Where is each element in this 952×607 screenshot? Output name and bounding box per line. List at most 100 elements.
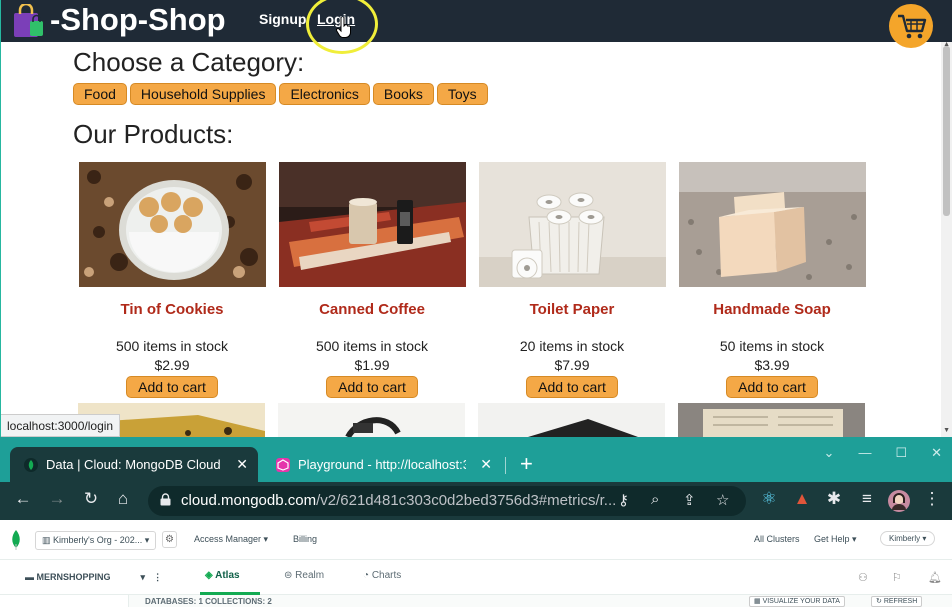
category-button-household-supplies[interactable]: Household Supplies (129, 83, 277, 105)
notification-bell-icon[interactable]: 🔔︎ (928, 571, 942, 584)
tab-search-icon[interactable]: ⌄ (824, 445, 835, 461)
tab-mongodb-cloud[interactable]: Data | Cloud: MongoDB Cloud ✕ (10, 447, 258, 482)
product-image-partial[interactable] (278, 403, 465, 437)
close-tab-icon[interactable]: ✕ (236, 447, 248, 482)
hand-cursor-icon (336, 17, 351, 38)
minimize-icon[interactable]: — (858, 445, 871, 461)
tab-realm[interactable]: ⊜ Realm (284, 570, 324, 581)
address-bar[interactable]: cloud.mongodb.com/v2/621d481c303c0d2bed3… (148, 486, 746, 516)
browser-toolbar: ← → ↻ ⌂ cloud.mongodb.com/v2/621d481c303… (0, 482, 952, 520)
folder-icon: ▬ (25, 572, 37, 582)
scroll-down-arrow-icon[interactable]: ▼ (943, 427, 950, 434)
get-help-menu[interactable]: Get Help ▾ (814, 534, 857, 545)
org-select[interactable]: ▥ Kimberly's Org - 202... ▾ (35, 531, 157, 550)
close-window-icon[interactable]: ✕ (931, 445, 942, 461)
project-name: MERNSHOPPING (36, 572, 111, 582)
product-image-soap[interactable] (678, 162, 866, 287)
product-name[interactable]: Tin of Cookies (78, 301, 266, 318)
mongodb-leaf-icon (24, 458, 38, 472)
scrollbar-thumb[interactable] (943, 46, 950, 216)
add-to-cart-button[interactable]: Add to cart (726, 376, 818, 398)
caret-down-icon: ▾ (144, 535, 150, 545)
shop-header: -Shop-Shop Signup Login (1, 0, 952, 54)
tab-charts[interactable]: ◔ Charts (363, 570, 401, 581)
project-select[interactable]: ▬ MERNSHOPPING ▾ ⋮ (25, 572, 162, 583)
category-button-food[interactable]: Food (73, 83, 127, 105)
add-to-cart-button[interactable]: Add to cart (126, 376, 218, 398)
extensions-puzzle-icon[interactable]: ✱ (822, 489, 846, 509)
category-button-books[interactable]: Books (372, 83, 434, 105)
user-menu[interactable]: Kimberly ▾ (880, 531, 936, 546)
org-name: Kimberly's Org - 202... (53, 535, 143, 545)
add-to-cart-button[interactable]: Add to cart (526, 376, 618, 398)
atlas-icon: ◈ (205, 570, 216, 581)
activity-feed-icon[interactable]: ⚐ (892, 571, 902, 584)
product-name[interactable]: Canned Coffee (278, 301, 466, 318)
refresh-button[interactable]: ↻ REFRESH (871, 596, 923, 607)
tab-label: Playground - http://localhost:30 (298, 457, 466, 472)
maximize-icon[interactable]: ☐ (895, 445, 907, 461)
profile-avatar-icon[interactable] (888, 490, 910, 512)
caret-down-icon: ▾ (852, 534, 857, 544)
caret-down-icon: ▾ (263, 534, 269, 544)
product-stock: 50 items in stock (719, 338, 825, 354)
shop-title[interactable]: -Shop-Shop (50, 2, 226, 38)
tab-playground[interactable]: Playground - http://localhost:30 ✕ (262, 447, 502, 482)
shopping-bag-logo-icon[interactable] (12, 4, 46, 38)
database-counts: DATABASES: 1 COLLECTIONS: 2 (145, 597, 272, 606)
graphql-playground-icon (276, 458, 290, 472)
product-stock: 500 items in stock (315, 338, 429, 354)
product-image-partial[interactable] (478, 403, 665, 437)
product-image-partial[interactable] (678, 403, 865, 437)
home-icon[interactable]: ⌂ (111, 489, 135, 509)
product-stock: 500 items in stock (115, 338, 229, 354)
product-name[interactable]: Toilet Paper (478, 301, 666, 318)
zoom-icon[interactable]: ⌕ (651, 491, 659, 508)
products-heading: Our Products: (73, 119, 234, 149)
add-to-cart-button[interactable]: Add to cart (326, 376, 418, 398)
more-options-icon: ⋮ (153, 572, 163, 582)
bookmark-star-icon[interactable]: ☆ (716, 491, 729, 509)
category-button-electronics[interactable]: Electronics (279, 83, 370, 105)
tab-label: Data | Cloud: MongoDB Cloud (46, 457, 221, 472)
refresh-label: REFRESH (883, 598, 918, 605)
charts-icon: ◔ (363, 570, 372, 581)
lock-icon[interactable] (160, 493, 171, 506)
window-controls: ⌄ — ☐ ✕ (824, 445, 942, 461)
mongodb-leaf-icon[interactable] (10, 530, 22, 550)
all-clusters-link[interactable]: All Clusters (754, 534, 800, 544)
media-control-icon[interactable]: ≡ (855, 489, 879, 509)
product-image-cookies[interactable] (78, 162, 266, 287)
nav-signup-link[interactable]: Signup (259, 11, 306, 27)
chrome-menu-icon[interactable]: ⋮ (920, 489, 944, 509)
react-devtools-icon[interactable]: ⚛ (757, 489, 781, 509)
product-stock: 20 items in stock (519, 338, 625, 354)
category-button-toys[interactable]: Toys (436, 83, 488, 105)
back-arrow-icon[interactable]: ← (11, 489, 35, 509)
billing-link[interactable]: Billing (293, 534, 317, 544)
invite-user-icon[interactable]: ⚇ (858, 571, 868, 584)
new-tab-button[interactable]: + (520, 453, 533, 475)
forward-arrow-icon[interactable]: → (45, 489, 69, 509)
building-icon: ▥ (42, 535, 54, 545)
visualize-data-button[interactable]: ▦ VISUALIZE YOUR DATA (749, 596, 845, 607)
gear-icon[interactable]: ⚙ (162, 531, 177, 548)
reload-icon[interactable]: ↻ (79, 489, 103, 509)
cart-button[interactable] (889, 4, 933, 48)
product-image-coffee[interactable] (278, 162, 466, 287)
page-scrollbar[interactable]: ▲ ▼ (941, 41, 952, 437)
atlas-top-nav: ▥ Kimberly's Org - 202... ▾ ⚙ Access Man… (0, 520, 952, 560)
tab-atlas[interactable]: ◈ Atlas (205, 570, 240, 581)
extension-icon[interactable]: ▲ (790, 489, 814, 509)
product-name[interactable]: Handmade Soap (678, 301, 866, 318)
close-tab-icon[interactable]: ✕ (480, 447, 492, 482)
refresh-icon: ↻ (876, 598, 884, 605)
share-icon[interactable]: ⇪ (683, 491, 696, 509)
url-text[interactable]: cloud.mongodb.com/v2/621d481c303c0d2bed3… (181, 486, 616, 516)
access-manager-menu[interactable]: Access Manager ▾ (194, 534, 268, 545)
product-image-toilet-paper[interactable] (478, 162, 666, 287)
product-price: $2.99 (154, 357, 190, 373)
tab-realm-label: Realm (295, 570, 325, 581)
tab-strip: Data | Cloud: MongoDB Cloud ✕ Playground… (0, 437, 952, 482)
key-icon[interactable]: ⚷ (618, 491, 629, 509)
